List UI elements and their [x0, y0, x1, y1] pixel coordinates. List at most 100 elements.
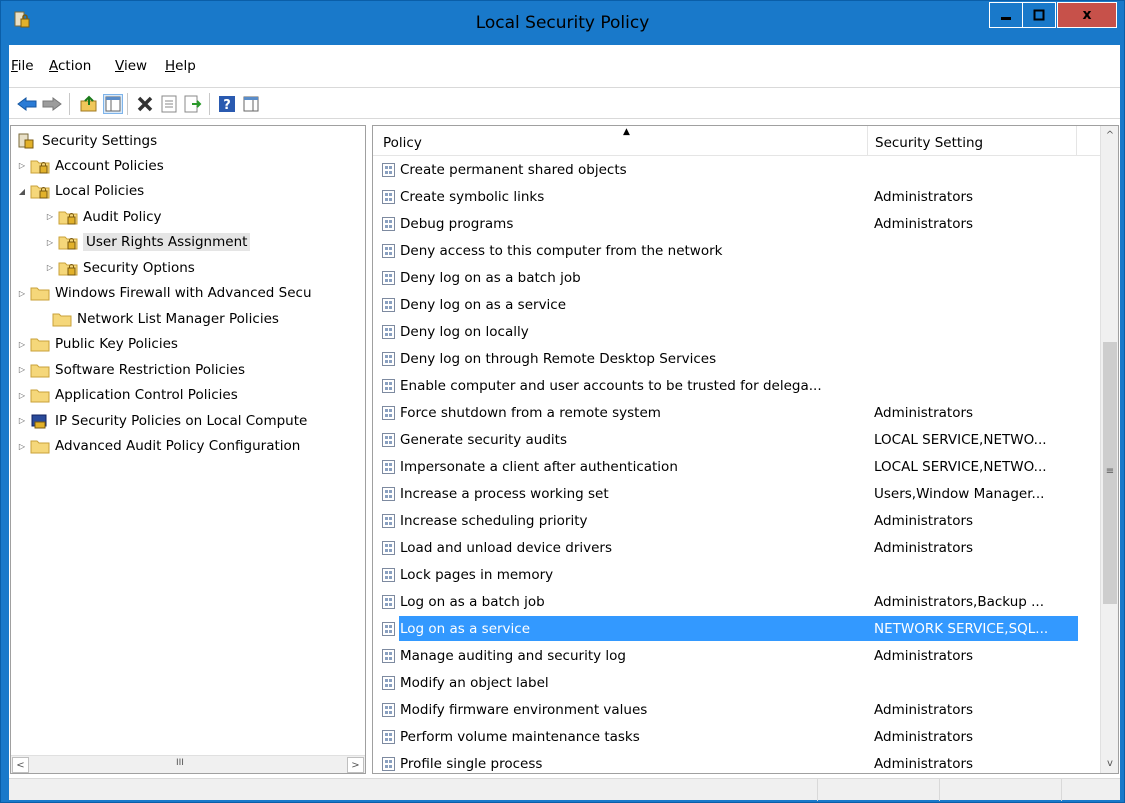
- policy-row[interactable]: Deny log on as a service: [373, 291, 1101, 318]
- folder-icon: [30, 364, 50, 377]
- scroll-up-arrow-icon[interactable]: ^: [1102, 127, 1118, 144]
- policy-icon: [382, 621, 395, 636]
- expand-arrow-icon[interactable]: ▷: [17, 365, 27, 374]
- policy-row[interactable]: Create permanent shared objects: [373, 156, 1101, 183]
- menu-view[interactable]: View: [115, 58, 147, 74]
- tree-item[interactable]: ▷ Advanced Audit Policy Configuration: [17, 434, 300, 459]
- policy-row[interactable]: Manage auditing and security log Administ…: [373, 642, 1101, 669]
- expand-arrow-icon[interactable]: ▷: [17, 289, 27, 298]
- policy-name: Increase a process working set: [400, 485, 609, 502]
- export-list-button[interactable]: [183, 94, 203, 114]
- tree-item[interactable]: ▷ Public Key Policies: [17, 332, 178, 357]
- forward-button[interactable]: [42, 94, 62, 114]
- toolbar-separator: [209, 93, 210, 115]
- expand-arrow-icon[interactable]: ▷: [17, 442, 27, 451]
- tree-item-label: Application Control Policies: [55, 387, 238, 403]
- policy-row[interactable]: Enable computer and user accounts to be …: [373, 372, 1101, 399]
- policy-security-setting: NETWORK SERVICE,SQL...: [874, 620, 1049, 637]
- policy-row[interactable]: Deny log on through Remote Desktop Servi…: [373, 345, 1101, 372]
- policy-row[interactable]: Impersonate a client after authenticatio…: [373, 453, 1101, 480]
- policy-name: Debug programs: [400, 215, 514, 232]
- policy-row[interactable]: Increase scheduling priority Administrato…: [373, 507, 1101, 534]
- tree-item-label: Windows Firewall with Advanced Secu: [55, 285, 312, 301]
- collapse-arrow-icon[interactable]: ◢: [17, 187, 27, 196]
- tree-item[interactable]: ◢ Local Policies: [17, 179, 144, 204]
- close-button[interactable]: x: [1057, 2, 1117, 28]
- menu-help[interactable]: Help: [165, 58, 196, 74]
- policy-row[interactable]: Deny log on locally: [373, 318, 1101, 345]
- policy-name: Generate security audits: [400, 431, 568, 448]
- policy-row[interactable]: Deny log on as a batch job: [373, 264, 1101, 291]
- policy-row[interactable]: Modify an object label: [373, 669, 1101, 696]
- expand-arrow-icon[interactable]: ▷: [45, 263, 55, 272]
- column-header-security-setting[interactable]: Security Setting: [869, 126, 1077, 156]
- policy-row[interactable]: Increase a process working set Users,Wind…: [373, 480, 1101, 507]
- policy-row[interactable]: Lock pages in memory: [373, 561, 1101, 588]
- policy-row[interactable]: Deny access to this computer from the ne…: [373, 237, 1101, 264]
- help-button[interactable]: ?: [217, 94, 237, 114]
- policy-icon: [382, 486, 395, 501]
- policy-icon: [382, 540, 395, 555]
- policy-name: Log on as a service: [400, 620, 531, 637]
- tree-item[interactable]: ▷ IP Security Policies on Local Compute: [17, 408, 307, 433]
- tree-item-label: Security Options: [83, 259, 195, 276]
- menu-file[interactable]: File: [11, 58, 34, 74]
- policy-row[interactable]: Debug programs Administrators: [373, 210, 1101, 237]
- back-button[interactable]: [17, 94, 37, 114]
- policy-row[interactable]: Force shutdown from a remote system Admin…: [373, 399, 1101, 426]
- minimize-button[interactable]: [989, 2, 1023, 28]
- expand-arrow-icon[interactable]: ▷: [17, 416, 27, 425]
- properties-button[interactable]: [159, 94, 179, 114]
- policy-icon: [382, 675, 395, 690]
- policy-security-setting: Administrators,Backup ...: [874, 593, 1045, 610]
- action-pane-button[interactable]: [241, 94, 261, 114]
- policy-row[interactable]: Load and unload device drivers Administra…: [373, 534, 1101, 561]
- ip-security-policy-icon: [31, 414, 47, 428]
- forward-icon: [42, 97, 62, 111]
- up-one-level-button[interactable]: [79, 94, 99, 114]
- scroll-right-arrow-icon[interactable]: >: [347, 757, 364, 773]
- tree-item[interactable]: ▷ Windows Firewall with Advanced Secu: [17, 281, 312, 306]
- tree-item[interactable]: ▷ Security Options: [45, 255, 195, 280]
- delete-button[interactable]: [135, 94, 155, 114]
- tree-item[interactable]: ▷ Software Restriction Policies: [17, 357, 245, 382]
- tree-item[interactable]: ▷ Account Policies: [17, 153, 164, 178]
- expand-arrow-icon[interactable]: ▷: [17, 161, 27, 170]
- title-bar[interactable]: Local Security Policy x: [1, 1, 1124, 45]
- expand-arrow-icon[interactable]: ▷: [45, 212, 55, 221]
- policy-name: Modify an object label: [400, 674, 549, 691]
- expand-arrow-icon[interactable]: ▷: [17, 391, 27, 400]
- tree-horizontal-scrollbar[interactable]: < III >: [11, 755, 365, 773]
- tree-item-label: Local Policies: [55, 183, 145, 199]
- tree-item-label: Advanced Audit Policy Configuration: [55, 438, 301, 454]
- maximize-button[interactable]: [1022, 2, 1056, 28]
- column-header-policy[interactable]: Policy ▲: [373, 126, 868, 156]
- policy-name: Force shutdown from a remote system: [400, 404, 661, 421]
- policy-row[interactable]: Log on as a service NETWORK SERVICE,SQL..…: [373, 615, 1101, 642]
- policy-icon: [382, 459, 395, 474]
- tree-root-security-settings[interactable]: Security Settings: [17, 128, 157, 153]
- policy-row[interactable]: Perform volume maintenance tasks Administ…: [373, 723, 1101, 750]
- expand-arrow-icon[interactable]: ▷: [45, 238, 55, 247]
- menu-action[interactable]: Action: [49, 58, 91, 74]
- policy-row[interactable]: Modify firmware environment values Admini…: [373, 696, 1101, 723]
- tree-item[interactable]: ▷ User Rights Assignment: [45, 230, 251, 255]
- policy-row[interactable]: Profile single process Administrators: [373, 750, 1101, 773]
- minimize-icon: [1001, 17, 1011, 20]
- scroll-grip-icon: ≡: [1105, 466, 1115, 477]
- policy-icon: [382, 351, 395, 366]
- tree-item[interactable]: ▷ Audit Policy: [45, 204, 162, 229]
- show-hide-console-tree-button[interactable]: [103, 94, 123, 114]
- scroll-left-arrow-icon[interactable]: <: [12, 757, 29, 773]
- tree-item[interactable]: Network List Manager Policies: [39, 306, 279, 331]
- policy-security-setting: Administrators: [874, 701, 974, 718]
- policy-row[interactable]: Create symbolic links Administrators: [373, 183, 1101, 210]
- policy-row[interactable]: Generate security audits LOCAL SERVICE,NE…: [373, 426, 1101, 453]
- list-vertical-scrollbar[interactable]: ^ ≡ v: [1100, 126, 1118, 773]
- tree-item-label: Audit Policy: [83, 208, 162, 225]
- toolbar-separator: [127, 93, 128, 115]
- tree-item[interactable]: ▷ Application Control Policies: [17, 383, 238, 408]
- scroll-down-arrow-icon[interactable]: v: [1102, 755, 1118, 772]
- policy-row[interactable]: Log on as a batch job Administrators,Back…: [373, 588, 1101, 615]
- expand-arrow-icon[interactable]: ▷: [17, 340, 27, 349]
